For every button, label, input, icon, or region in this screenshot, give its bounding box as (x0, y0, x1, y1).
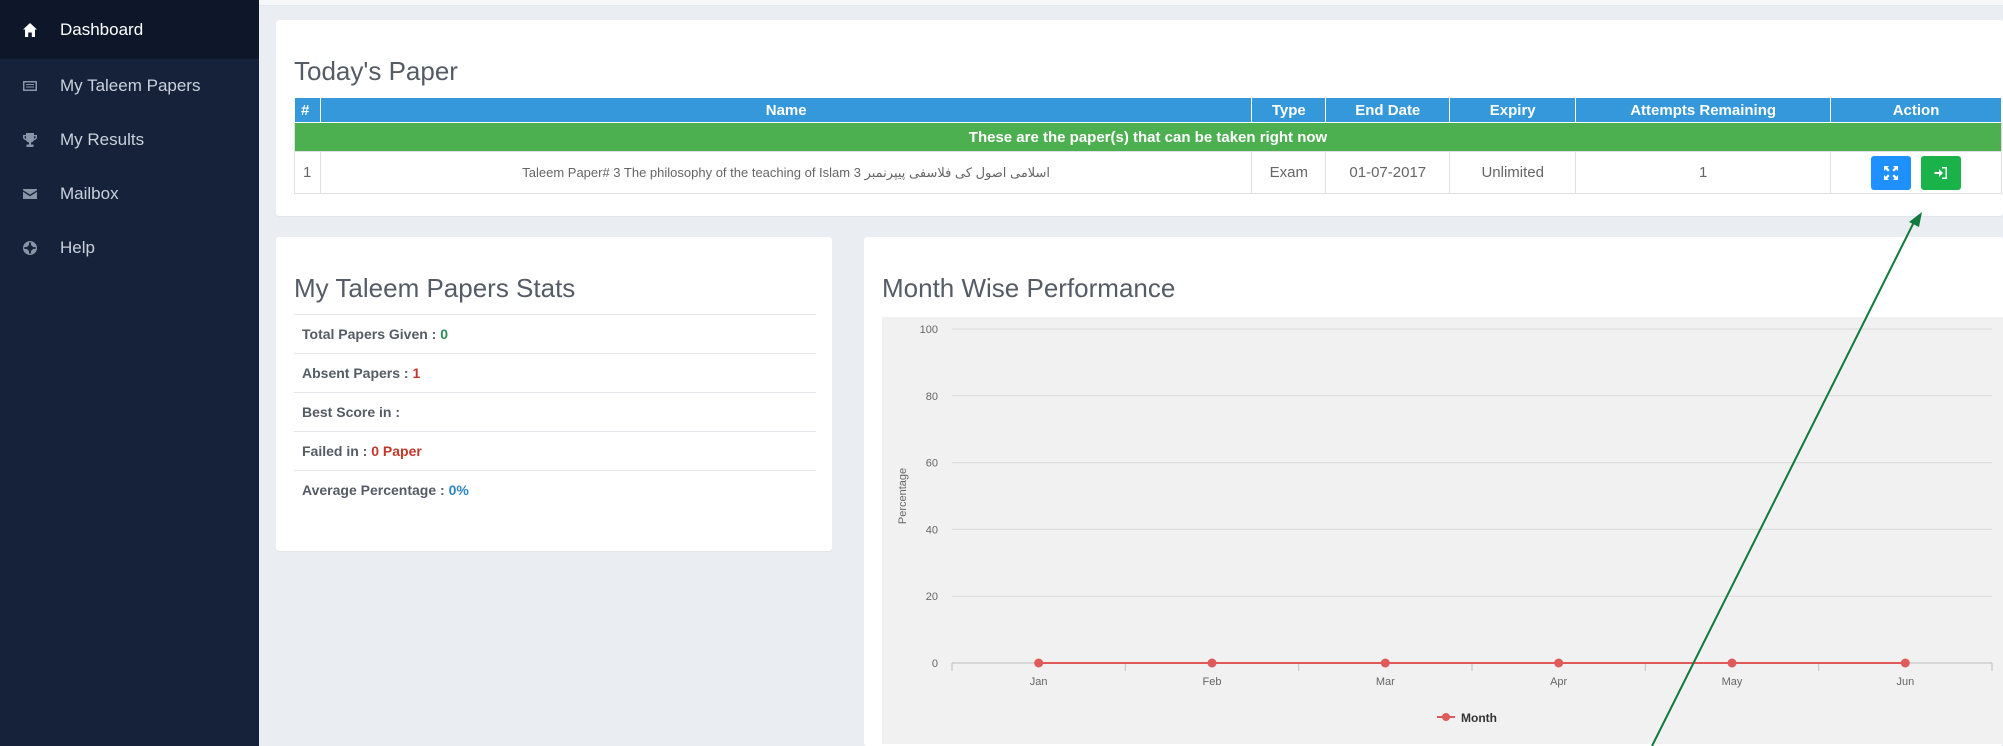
x-tick-label: Apr (1550, 676, 1567, 688)
trophy-icon (18, 130, 42, 150)
y-tick-label: 40 (926, 524, 938, 536)
paper-type: Exam (1251, 151, 1327, 194)
row-number: 1 (294, 151, 321, 194)
stats-panel: My Taleem Papers Stats Total Papers Give… (276, 237, 832, 551)
stat-absent-papers: Absent Papers : 1 (294, 353, 816, 392)
col-header-expiry: Expiry (1449, 97, 1577, 123)
data-point (1380, 658, 1390, 668)
x-tick-label: May (1722, 676, 1743, 688)
col-header-end-date: End Date (1325, 97, 1451, 123)
x-tick-label: Jun (1896, 676, 1914, 688)
papers-table: # Name Type End Date Expiry Attempts Rem… (294, 97, 2002, 194)
col-header-num: # (294, 97, 321, 123)
stat-failed-in: Failed in : 0 Paper (294, 431, 816, 470)
data-point (1034, 658, 1044, 668)
performance-panel: Month Wise Performance 0 20 40 60 80 100 Jan Fe… (864, 237, 2003, 746)
start-paper-button[interactable] (1921, 155, 1962, 190)
paper-expiry: Unlimited (1449, 151, 1577, 194)
col-header-name: Name (319, 97, 1253, 123)
stat-average-percentage: Average Percentage : 0% (294, 470, 816, 509)
data-point (1207, 658, 1217, 668)
stats-list: Total Papers Given : 0 Absent Papers : 1… (294, 314, 816, 509)
col-header-type: Type (1251, 97, 1327, 123)
top-strip (259, 0, 2003, 6)
sidebar-item-label: Dashboard (60, 19, 144, 39)
todays-paper-panel: Today's Paper # Name Type End Date Expir… (276, 20, 2003, 216)
y-axis-title: Percentage (897, 468, 909, 524)
home-icon (18, 20, 42, 40)
y-tick-label: 60 (926, 458, 938, 470)
sidebar-item-label: Help (60, 238, 95, 257)
page-title: Today's Paper (294, 56, 458, 86)
list-icon (18, 76, 42, 96)
legend-label: Month (1461, 711, 1497, 725)
paper-actions (1830, 151, 2002, 194)
table-header-row: # Name Type End Date Expiry Attempts Rem… (294, 97, 2002, 123)
performance-chart: 0 20 40 60 80 100 Jan Feb Mar Apr May Jun Percentage… (897, 324, 1993, 725)
fullscreen-button[interactable] (1870, 155, 1911, 190)
stat-label: Best Score in : (302, 404, 401, 420)
y-tick-label: 0 (932, 658, 938, 670)
table-row: 1 Taleem Paper# 3 The philosophy of the … (294, 151, 2002, 194)
sidebar-item-dashboard[interactable]: Dashboard (0, 0, 259, 59)
stat-total-papers: Total Papers Given : 0 (294, 314, 816, 353)
x-tick-label: Jan (1030, 676, 1048, 688)
col-header-action: Action (1830, 97, 2002, 123)
expand-icon (1883, 165, 1898, 180)
y-tick-label: 20 (926, 591, 938, 603)
stat-label: Failed in : (302, 443, 368, 459)
stat-label: Total Papers Given : (302, 326, 437, 342)
x-tick-label: Feb (1203, 676, 1222, 688)
stat-label: Absent Papers : (302, 365, 409, 381)
col-header-attempts: Attempts Remaining (1575, 97, 1832, 123)
sidebar: Dashboard My Taleem Papers My Results Ma… (0, 0, 259, 746)
stat-best-score: Best Score in : (294, 392, 816, 431)
paper-name: Taleem Paper# 3 The philosophy of the te… (319, 151, 1253, 194)
sidebar-item-label: My Taleem Papers (60, 76, 201, 95)
stat-value: 0 (440, 326, 449, 342)
y-tick-label: 80 (926, 391, 938, 403)
data-point (1554, 658, 1564, 668)
sidebar-item-my-taleem-papers[interactable]: My Taleem Papers (0, 59, 259, 113)
stat-value: 0 Paper (371, 443, 422, 459)
sidebar-item-label: Mailbox (60, 184, 119, 203)
data-point (1900, 658, 1910, 668)
legend-marker (1442, 713, 1450, 721)
chart-area: 0 20 40 60 80 100 Jan Feb Mar Apr May Jun Percentage… (882, 317, 2003, 744)
performance-title: Month Wise Performance (882, 273, 1176, 303)
stats-title: My Taleem Papers Stats (294, 273, 576, 303)
banner-row: These are the paper(s) that can be taken… (294, 122, 2002, 152)
x-tick-label: Mar (1376, 676, 1395, 688)
sidebar-item-mailbox[interactable]: Mailbox (0, 167, 259, 221)
stat-label: Average Percentage : (302, 482, 445, 498)
lifebuoy-icon (18, 238, 42, 258)
data-point (1727, 658, 1737, 668)
sidebar-item-help[interactable]: Help (0, 221, 259, 275)
sidebar-item-label: My Results (60, 130, 145, 149)
y-tick-label: 100 (920, 324, 938, 336)
sidebar-item-my-results[interactable]: My Results (0, 113, 259, 167)
paper-end-date: 01-07-2017 (1325, 151, 1451, 194)
stat-value: 1 (412, 365, 421, 381)
mail-icon (18, 184, 42, 204)
stat-value: 0% (448, 482, 469, 498)
paper-attempts: 1 (1575, 151, 1832, 194)
sign-in-icon (1934, 166, 1948, 179)
available-papers-banner: These are the paper(s) that can be taken… (294, 122, 2002, 152)
